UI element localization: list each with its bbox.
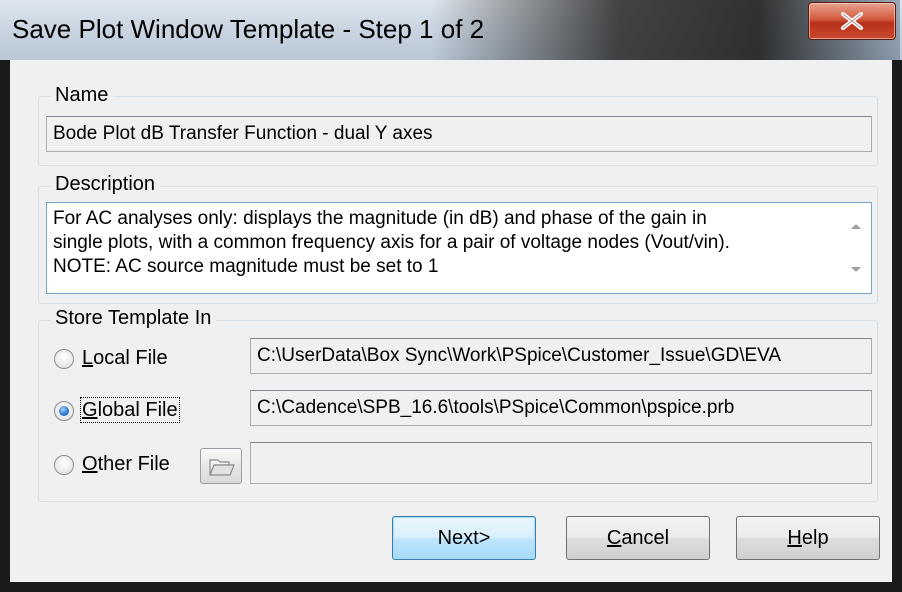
other-file-label: Other File: [82, 453, 170, 475]
description-legend: Description: [50, 173, 161, 196]
description-line: single plots, with a common frequency ax…: [53, 232, 730, 253]
name-field: Bode Plot dB Transfer Function - dual Y …: [46, 116, 872, 152]
local-file-label: Local File: [82, 347, 168, 369]
description-textarea[interactable]: For AC analyses only: displays the magni…: [46, 202, 872, 294]
global-file-label: Global File: [80, 397, 180, 423]
local-file-path: C:\UserData\Box Sync\Work\PSpice\Custome…: [250, 338, 872, 374]
global-file-path: C:\Cadence\SPB_16.6\tools\PSpice\Common\…: [250, 390, 872, 426]
other-file-radio[interactable]: Other File: [54, 452, 200, 480]
title-bar: Save Plot Window Template - Step 1 of 2: [0, 0, 902, 60]
browse-folder-button[interactable]: [200, 448, 242, 484]
global-file-radio[interactable]: Global File: [54, 397, 244, 426]
radio-button[interactable]: [54, 455, 74, 475]
description-line: For AC analyses only: displays the magni…: [53, 208, 707, 229]
scroll-up-icon[interactable]: [849, 221, 863, 231]
close-button[interactable]: [808, 2, 896, 40]
scroll-down-icon[interactable]: [849, 265, 863, 275]
name-legend: Name: [50, 84, 114, 107]
cancel-button[interactable]: Cancel: [566, 516, 710, 560]
radio-button[interactable]: [54, 349, 74, 369]
window-title: Save Plot Window Template - Step 1 of 2: [12, 14, 485, 44]
radio-selected-dot: [59, 406, 69, 416]
help-button[interactable]: Help: [736, 516, 880, 560]
dialog-body: Name Bode Plot dB Transfer Function - du…: [10, 60, 892, 582]
description-line: NOTE: AC source magnitude must be set to…: [53, 256, 439, 277]
store-template-legend: Store Template In: [50, 307, 217, 330]
open-folder-icon: [209, 459, 235, 476]
next-button[interactable]: Next>: [392, 516, 536, 560]
local-file-radio[interactable]: Local File: [54, 346, 244, 374]
close-x-icon: [841, 12, 863, 30]
radio-button-selected[interactable]: [54, 401, 74, 421]
other-file-path[interactable]: [250, 442, 872, 484]
